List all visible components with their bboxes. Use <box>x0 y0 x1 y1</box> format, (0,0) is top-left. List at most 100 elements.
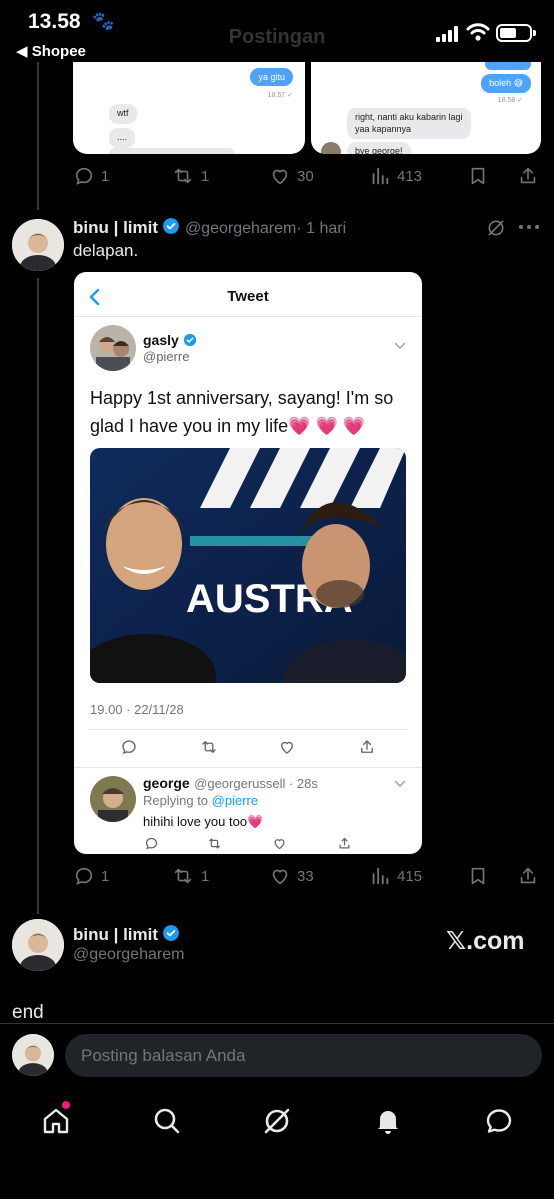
repost-button[interactable]: 1 <box>171 165 209 187</box>
chat-screenshot-right[interactable]: boleh 😅 18.58 ✓ right, nanti aku kabarin… <box>311 62 541 154</box>
author-name[interactable]: binu | limit <box>73 925 158 944</box>
reply-button[interactable]: 1 <box>73 165 109 187</box>
divider <box>74 767 422 768</box>
more-options-icon[interactable] <box>518 219 540 235</box>
embedded-tweet-text: Happy 1st anniversary, sayang! I'm so gl… <box>90 388 394 436</box>
like-count: 33 <box>297 867 314 885</box>
repost-icon <box>202 741 216 753</box>
chat-avatar <box>321 142 341 154</box>
battery-cap <box>533 30 536 36</box>
like-count: 30 <box>297 167 314 185</box>
notification-dot <box>62 1101 70 1109</box>
share-icon <box>361 740 373 753</box>
reply-icon <box>122 740 136 755</box>
avatar <box>90 325 136 371</box>
chevron-down-icon <box>394 780 406 788</box>
post-body: end <box>12 1002 44 1023</box>
avatar <box>90 776 136 822</box>
replying-to-label: Replying to <box>143 793 209 808</box>
chat-bubble-incoming: right, nanti aku kabarin lagi yaa kapann… <box>347 108 471 140</box>
share-button[interactable] <box>517 165 539 187</box>
thread-line <box>37 278 39 914</box>
chat-bubble-incoming: .... <box>109 128 136 148</box>
reply-count: 1 <box>101 867 110 885</box>
chat-screenshot-left[interactable]: ya gitu 18.57 ✓ wtf .... <box>73 62 305 154</box>
chat-bubble-incoming: bye george! <box>347 142 411 154</box>
reply-input-placeholder: Posting balasan Anda <box>81 1045 246 1065</box>
watermark: 𝕏.com <box>446 927 525 955</box>
analytics-icon <box>372 167 389 185</box>
grok-icon[interactable] <box>262 1106 292 1136</box>
verified-badge-icon <box>163 925 180 941</box>
tweet-actions: 1 1 30 413 <box>73 161 543 191</box>
share-icon <box>520 867 536 884</box>
avatar[interactable] <box>12 919 64 971</box>
replying-to-handle: @pierre <box>211 793 259 808</box>
messages-icon[interactable] <box>484 1106 514 1136</box>
chat-timestamp: 18.57 ✓ <box>267 92 293 99</box>
embedded-tweet-card[interactable]: Tweet gasly @pierre Happy 1st anniversar… <box>74 272 422 854</box>
heart-icon <box>281 741 293 754</box>
cellular-signal-icon <box>436 26 458 42</box>
reply-input[interactable]: Posting balasan Anda <box>65 1034 542 1077</box>
home-indicator <box>206 1186 348 1191</box>
chat-bubble-outgoing: boleh 😅 <box>481 74 531 93</box>
bookmark-button[interactable] <box>467 865 489 887</box>
reply-author-name: george <box>143 775 190 791</box>
repost-icon <box>174 168 192 184</box>
repost-icon <box>174 868 192 884</box>
share-icon <box>520 167 536 184</box>
embedded-timestamp: 19.00 · 22/11/28 <box>90 702 184 717</box>
like-button[interactable]: 30 <box>269 165 314 187</box>
embedded-actions <box>120 738 380 758</box>
author-handle[interactable]: @georgeharem <box>185 220 296 237</box>
verified-badge-icon <box>163 218 180 234</box>
chat-timestamp: 18.58 ✓ <box>497 97 523 104</box>
divider <box>0 1023 554 1024</box>
card-header-title: Tweet <box>227 288 269 305</box>
share-button[interactable] <box>517 865 539 887</box>
tweet-photo: AUSTRA <box>90 448 406 683</box>
repost-icon <box>209 838 220 849</box>
reply-icon <box>75 867 93 885</box>
chat-bubble-outgoing-partial <box>485 62 531 70</box>
like-button[interactable]: 33 <box>269 865 314 887</box>
divider <box>74 316 422 317</box>
verified-badge-icon <box>184 333 197 347</box>
reply-button[interactable]: 1 <box>73 865 109 887</box>
avatar <box>12 1034 54 1076</box>
embedded-author-name: gasly <box>143 332 179 348</box>
views-button[interactable]: 413 <box>369 165 422 187</box>
bottom-nav <box>0 1095 554 1155</box>
grok-icon[interactable] <box>486 218 506 238</box>
home-icon[interactable] <box>41 1106 71 1136</box>
views-button[interactable]: 415 <box>369 865 422 887</box>
bookmark-icon <box>471 867 485 885</box>
reply-icon <box>145 837 158 850</box>
tweet-time: · 1 hari <box>296 220 347 237</box>
chat-bubble-incoming-partial <box>109 148 235 154</box>
chat-bubble-outgoing: ya gitu <box>250 68 293 86</box>
reply-author-handle: @georgerussell · 28s <box>194 776 318 791</box>
bookmark-button[interactable] <box>467 165 489 187</box>
author-handle[interactable]: @georgeharem <box>73 946 184 964</box>
wifi-icon <box>466 23 490 41</box>
heart-icon <box>272 169 288 185</box>
repost-button[interactable]: 1 <box>171 865 209 887</box>
author-name[interactable]: binu | limit <box>73 218 158 237</box>
reply-text: hihihi love you too💗 <box>143 814 264 829</box>
search-icon[interactable] <box>152 1106 182 1136</box>
thread-line <box>37 62 39 210</box>
view-count: 413 <box>397 167 423 185</box>
notifications-icon[interactable] <box>373 1106 403 1136</box>
reply-icon <box>75 167 93 185</box>
view-count: 415 <box>397 867 423 885</box>
chevron-down-icon <box>394 342 406 350</box>
reply-actions <box>144 836 354 852</box>
avatar[interactable] <box>12 219 64 271</box>
reply-count: 1 <box>101 167 110 185</box>
analytics-icon <box>372 867 389 885</box>
tweet-actions: 1 1 33 415 <box>73 861 543 891</box>
bookmark-icon <box>471 167 485 185</box>
embedded-author-handle: @pierre <box>143 349 190 364</box>
